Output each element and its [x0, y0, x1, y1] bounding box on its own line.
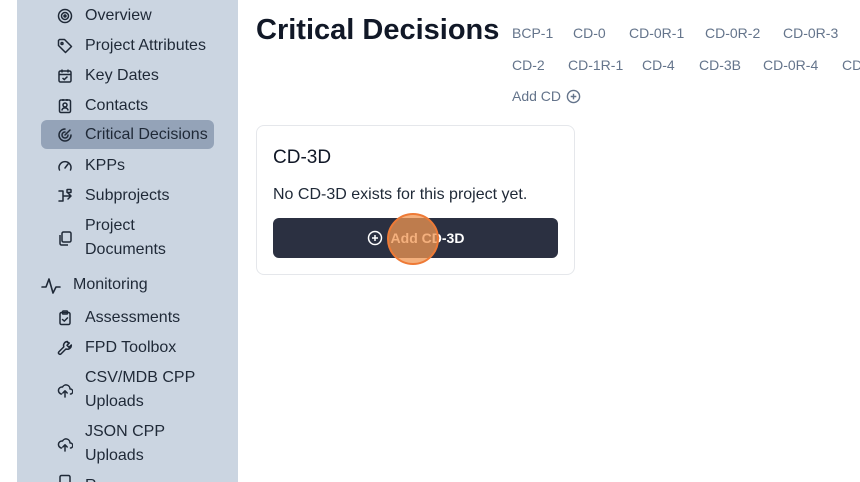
sidebar-item-label: CSV/MDB CPP [85, 369, 196, 386]
cd-link-cd-1r-1[interactable]: CD-1R-1 [568, 57, 623, 73]
sidebar-item-label: Critical Decisions [85, 125, 208, 143]
sidebar-item-label: Documents [85, 241, 166, 258]
cd-link-cd-partial[interactable]: CD [842, 57, 860, 73]
clipboard-check-icon [57, 310, 73, 326]
sidebar-item-kpps[interactable]: KPPs [41, 154, 214, 178]
cd-link-cd-0r-3[interactable]: CD-0R-3 [783, 25, 838, 41]
sidebar-item-overview[interactable]: Overview [41, 4, 214, 28]
cloud-upload-icon [57, 436, 73, 452]
sidebar-item-label: Subprojects [85, 187, 170, 204]
target-icon [57, 8, 73, 24]
cd-link-cd-0r-1[interactable]: CD-0R-1 [629, 25, 684, 41]
copy-icon [57, 230, 73, 246]
page-title: Critical Decisions [256, 14, 500, 46]
cd-link-cd-0[interactable]: CD-0 [573, 25, 606, 41]
sidebar-item-label: JSON CPP [85, 423, 166, 440]
activity-icon [41, 276, 61, 296]
contact-card-icon [57, 98, 73, 114]
sidebar-item-label: Key Dates [85, 67, 159, 84]
sidebar-item-label: FPD Toolbox [85, 339, 177, 356]
cloud-upload-icon [57, 382, 73, 398]
sidebar-item-label: Contacts [85, 97, 149, 114]
empty-state-message: No CD-3D exists for this project yet. [273, 186, 528, 203]
cd-link-cd-2[interactable]: CD-2 [512, 57, 545, 73]
cd-card: CD-3D No CD-3D exists for this project y… [256, 125, 575, 275]
calendar-icon [57, 68, 73, 84]
section-title: Monitoring [73, 276, 148, 293]
sidebar-item-project-attributes[interactable]: Project Attributes [41, 34, 214, 58]
plus-circle-icon [367, 230, 382, 246]
tag-icon [57, 38, 73, 54]
sidebar-item-key-dates[interactable]: Key Dates [41, 64, 214, 88]
sidebar-item-label: Uploads [85, 447, 144, 464]
plus-circle-icon [566, 89, 581, 103]
cd-link-bcp-1[interactable]: BCP-1 [512, 25, 553, 41]
sidebar-item-label: Assessments [85, 309, 181, 326]
card-title: CD-3D [273, 147, 332, 168]
sidebar-item-label: R [85, 474, 97, 482]
gauge-icon [57, 158, 73, 174]
sidebar-item-label: Overview [85, 7, 152, 24]
sidebar-item-json-cpp-uploads[interactable]: JSON CPP Uploads [41, 420, 214, 468]
add-cd-3d-button[interactable]: Add CD-3D [273, 218, 558, 258]
add-cd-label: Add CD [512, 88, 562, 104]
wrench-icon [57, 340, 73, 356]
sidebar-item-csv-mdb-cpp-uploads[interactable]: CSV/MDB CPP Uploads [41, 366, 214, 414]
sidebar-item-subprojects[interactable]: Subprojects [41, 184, 214, 208]
sidebar-item-partial[interactable]: R [41, 474, 214, 482]
sidebar-item-critical-decisions[interactable]: Critical Decisions [41, 120, 214, 149]
cd-link-cd-4[interactable]: CD-4 [642, 57, 675, 73]
sidebar-item-assessments[interactable]: Assessments [41, 306, 214, 330]
sidebar-item-fpd-toolbox[interactable]: FPD Toolbox [41, 336, 214, 360]
document-icon [57, 474, 73, 482]
cd-link-cd-0r-2[interactable]: CD-0R-2 [705, 25, 760, 41]
add-cd-link[interactable]: Add CD [512, 88, 581, 104]
sidebar-item-label: KPPs [85, 157, 126, 174]
radar-icon [57, 127, 73, 143]
left-gutter [0, 0, 17, 482]
sidebar-item-label: Project [85, 217, 135, 234]
branch-icon [57, 188, 73, 204]
cd-link-cd-0r-4[interactable]: CD-0R-4 [763, 57, 818, 73]
cd-link-cd-3b[interactable]: CD-3B [699, 57, 741, 73]
sidebar: Overview Project Attributes Key Dates Co… [17, 0, 238, 482]
sidebar-item-project-documents[interactable]: Project Documents [41, 214, 214, 262]
sidebar-item-label: Uploads [85, 393, 144, 410]
sidebar-item-contacts[interactable]: Contacts [41, 94, 214, 118]
button-label: Add CD-3D [390, 230, 465, 246]
sidebar-item-label: Project Attributes [85, 37, 206, 54]
